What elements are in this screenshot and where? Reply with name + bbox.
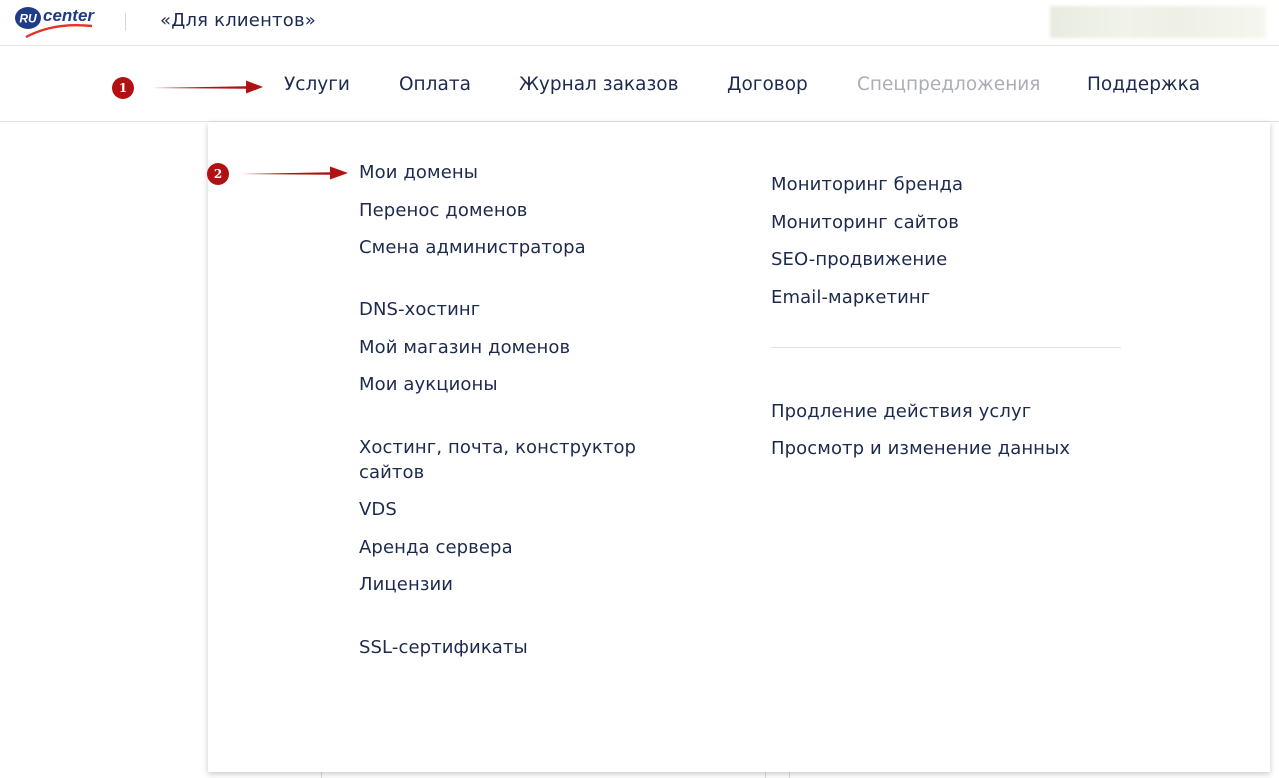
menu-ssl-certificates[interactable]: SSL-сертификаты — [359, 635, 528, 660]
menu-licenses[interactable]: Лицензии — [359, 572, 453, 597]
menu-seo[interactable]: SEO-продвижение — [771, 247, 947, 272]
nav-orders-log[interactable]: Журнал заказов — [519, 74, 679, 95]
user-account-blurred[interactable] — [1050, 6, 1266, 38]
menu-server-rent[interactable]: Аренда сервера — [359, 535, 513, 560]
menu-email-marketing[interactable]: Email-маркетинг — [771, 285, 930, 310]
annotation-arrow-icon — [240, 166, 348, 180]
nav-payment[interactable]: Оплата — [399, 74, 471, 95]
nav-support[interactable]: Поддержка — [1087, 74, 1200, 95]
menu-vds[interactable]: VDS — [359, 497, 397, 522]
main-nav: 1 Услуги Оплата Журнал заказов Договор С… — [0, 46, 1279, 122]
nav-services[interactable]: Услуги — [284, 74, 350, 95]
menu-dns-hosting[interactable]: DNS-хостинг — [359, 297, 480, 322]
annotation-marker-1: 1 — [112, 77, 134, 99]
menu-hosting-mail-builder[interactable]: Хостинг, почта, конструктор сайтов — [359, 435, 659, 485]
annotation-arrow-icon — [152, 80, 263, 94]
menu-my-auctions[interactable]: Мои аукционы — [359, 372, 498, 397]
menu-site-monitoring[interactable]: Мониторинг сайтов — [771, 210, 959, 235]
menu-divider — [771, 347, 1121, 348]
menu-domain-shop[interactable]: Мой магазин доменов — [359, 335, 570, 360]
top-bar: RU center «Для клиентов» — [0, 0, 1279, 46]
menu-domain-transfer[interactable]: Перенос доменов — [359, 198, 528, 223]
menu-view-edit-data[interactable]: Просмотр и изменение данных — [771, 436, 1070, 461]
menu-renew-services[interactable]: Продление действия услуг — [771, 399, 1031, 424]
menu-change-admin[interactable]: Смена администратора — [359, 235, 586, 260]
ru-center-logo[interactable]: RU center — [14, 4, 100, 38]
logo-center-text: center — [43, 6, 95, 25]
nav-contract[interactable]: Договор — [727, 74, 808, 95]
menu-my-domains[interactable]: Мои домены — [359, 160, 478, 185]
services-dropdown: 2 Мои домены Перенос доменов Смена админ… — [207, 122, 1270, 772]
header-divider — [125, 13, 126, 31]
nav-special-offers[interactable]: Спецпредложения — [857, 74, 1040, 95]
page-title: «Для клиентов» — [160, 10, 316, 31]
logo-ru-text: RU — [19, 12, 37, 26]
annotation-marker-2: 2 — [207, 163, 229, 185]
menu-brand-monitoring[interactable]: Мониторинг бренда — [771, 172, 963, 197]
